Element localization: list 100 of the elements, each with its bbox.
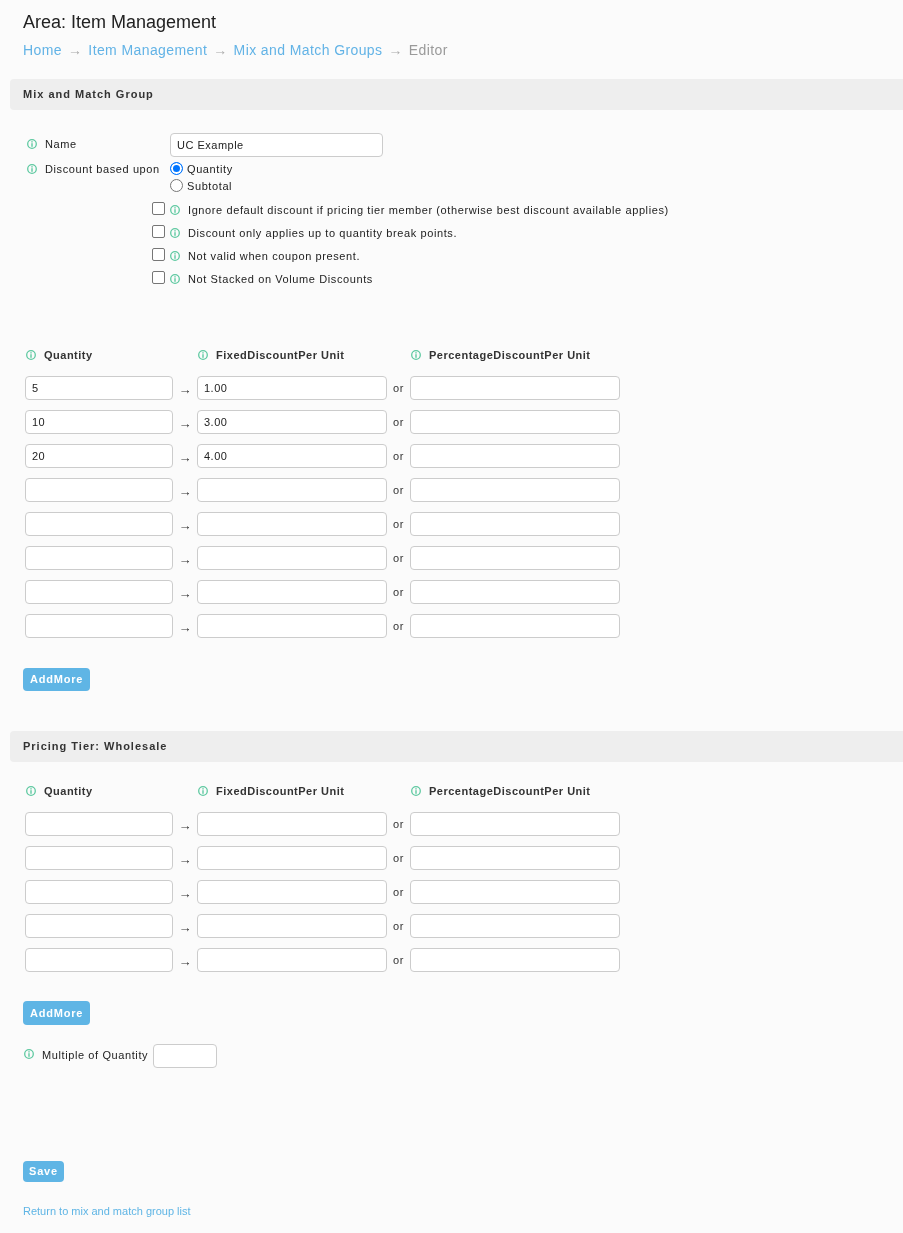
radio-label: Quantity [187,162,233,178]
arrow-label: → [178,483,192,500]
fixed-discount-input[interactable] [197,880,387,904]
arrow-label: → [178,885,192,902]
info-icon [24,1048,34,1059]
fixed-discount-input[interactable] [197,914,387,938]
info-icon [27,163,37,174]
radio-label: Subtotal [187,179,233,195]
column-header: Quantity [44,347,93,363]
info-icon [198,786,208,796]
quantity-input[interactable]: 5 [25,376,173,400]
percentage-discount-input[interactable] [410,846,620,870]
fixed-discount-input[interactable] [197,478,387,502]
fixed-discount-input[interactable] [197,546,387,570]
quantity-input[interactable] [25,478,173,502]
or-label: or [393,618,404,634]
or-label: or [393,380,404,396]
fixed-discount-input[interactable] [197,512,387,536]
info-icon [26,350,36,360]
or-label: or [393,584,404,600]
breadcrumb-separator: → [67,40,83,60]
percentage-discount-input[interactable] [410,614,620,638]
fixed-discount-input[interactable] [197,580,387,604]
arrow-label: → [178,585,192,602]
percentage-discount-input[interactable] [410,880,620,904]
column-header: FixedDiscountPer Unit [216,347,345,363]
or-label: or [393,952,404,968]
quantity-input[interactable] [25,948,173,972]
arrow-label: → [178,381,192,398]
quantity-input[interactable] [25,512,173,536]
quantity-input[interactable]: 20 [25,444,173,468]
column-header: FixedDiscountPer Unit [216,783,345,799]
column-header: PercentageDiscountPer Unit [429,347,591,363]
percentage-discount-input[interactable] [410,478,620,502]
breadcrumb-current: Editor [408,40,448,60]
checkbox[interactable] [152,225,165,238]
quantity-input[interactable] [25,614,173,638]
or-label: or [393,884,404,900]
field-label: Discount based upon [45,162,161,178]
or-label: or [393,448,404,464]
fixed-discount-input[interactable] [197,614,387,638]
info-icon [411,786,421,796]
name-input[interactable]: UC Example [170,132,383,157]
percentage-discount-input[interactable] [410,512,620,536]
fixed-discount-input[interactable] [197,948,387,972]
page-title: Area: Item Management [23,11,217,33]
or-label: or [393,482,404,498]
checkbox-label: Not valid when coupon present. [188,249,361,265]
field-label: Multiple of Quantity [42,1048,149,1064]
or-label: or [393,550,404,566]
breadcrumb-separator: → [388,40,403,60]
fixed-discount-input[interactable]: 3.00 [197,410,387,434]
percentage-discount-input[interactable] [410,812,620,836]
percentage-discount-input[interactable] [410,410,620,434]
quantity-input[interactable] [25,580,173,604]
info-icon [411,350,421,360]
info-icon [26,786,36,796]
fixed-discount-input[interactable] [197,846,387,870]
radio-button[interactable] [170,162,183,175]
section-title: Pricing Tier: Wholesale [23,739,168,755]
multiple-of-quantity-input[interactable] [153,1043,218,1068]
percentage-discount-input[interactable] [410,546,620,570]
or-label: or [393,516,404,532]
info-icon [27,138,37,149]
or-label: or [393,918,404,934]
quantity-input[interactable] [25,846,173,870]
info-icon [198,350,208,360]
checkbox-label: Ignore default discount if pricing tier member (otherwise best discount available applies) [188,203,669,219]
percentage-discount-input[interactable] [410,948,620,972]
quantity-input[interactable] [25,812,173,836]
checkbox[interactable] [152,202,165,215]
arrow-label: → [178,919,192,936]
percentage-discount-input[interactable] [410,376,620,400]
quantity-input[interactable] [25,914,173,938]
quantity-input[interactable] [25,880,173,904]
quantity-input[interactable] [25,546,173,570]
arrow-label: → [178,619,192,636]
arrow-label: → [178,817,192,834]
info-icon [170,250,180,261]
or-label: or [393,816,404,832]
quantity-input[interactable]: 10 [25,410,173,434]
column-header: PercentageDiscountPer Unit [429,783,591,799]
arrow-label: → [178,953,192,970]
checkbox[interactable] [152,248,165,261]
or-label: or [393,414,404,430]
percentage-discount-input[interactable] [410,580,620,604]
percentage-discount-input[interactable] [410,914,620,938]
field-label: Name [45,137,78,153]
info-icon [170,204,180,215]
fixed-discount-input[interactable] [197,812,387,836]
info-icon [170,227,180,238]
checkbox-label: Not Stacked on Volume Discounts [188,272,373,288]
checkbox[interactable] [152,271,165,284]
radio-button[interactable] [170,179,183,192]
percentage-discount-input[interactable] [410,444,620,468]
fixed-discount-input[interactable]: 4.00 [197,444,387,468]
fixed-discount-input[interactable]: 1.00 [197,376,387,400]
arrow-label: → [178,449,192,466]
arrow-label: → [178,517,192,534]
or-label: or [393,850,404,866]
